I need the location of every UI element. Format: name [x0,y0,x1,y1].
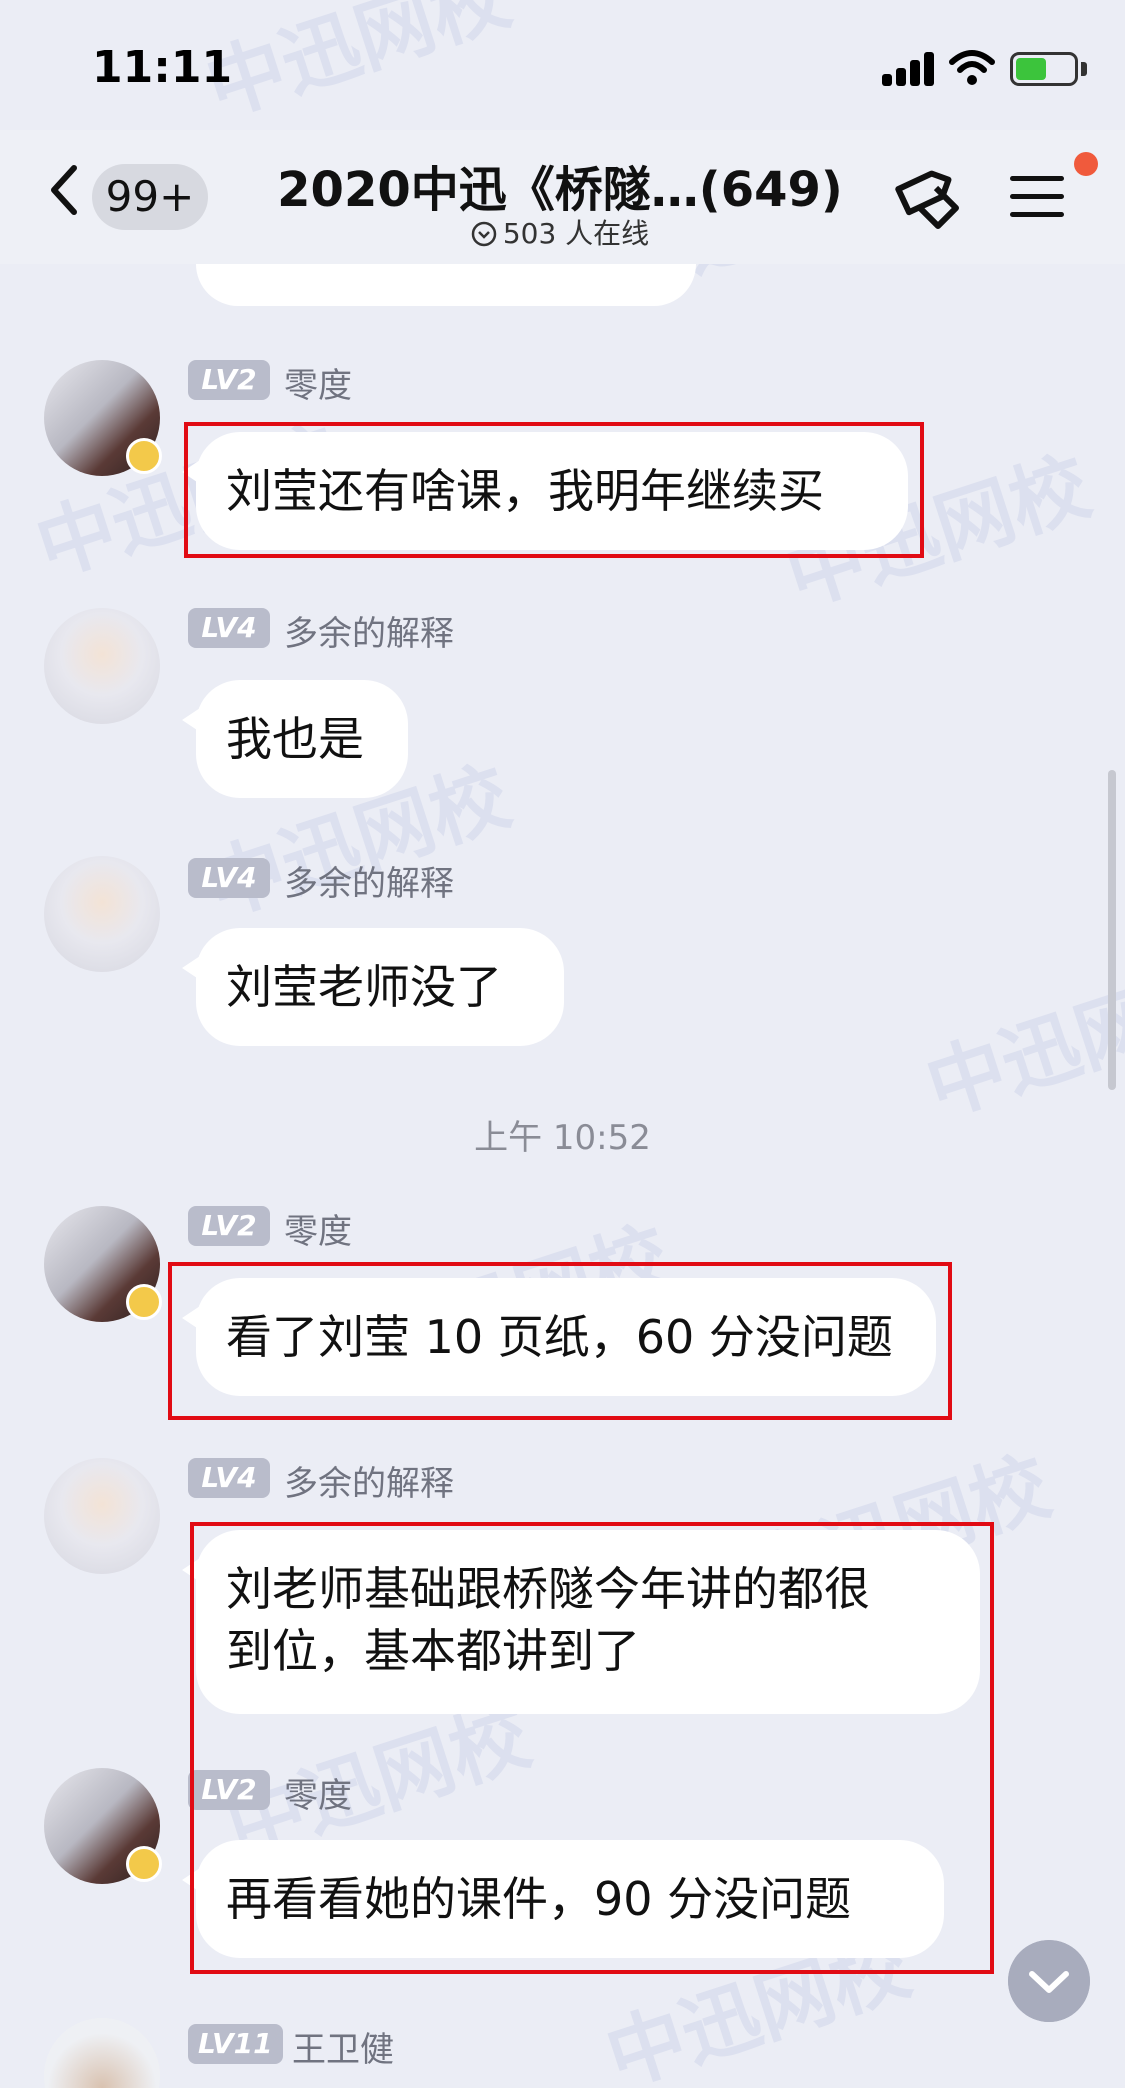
avatar[interactable] [44,856,160,972]
highlight-box [190,1522,994,1974]
avatar[interactable] [44,1458,160,1574]
sender-name[interactable]: 多余的解释 [284,1456,454,1505]
message-bubble[interactable]: 我也是 [182,680,408,798]
unread-count-badge[interactable]: 99+ [92,164,208,230]
avatar-badge-icon [126,1846,162,1882]
wifi-icon [949,50,995,85]
sender-name[interactable]: 零度 [284,358,352,407]
avatar[interactable] [44,2018,160,2088]
message-text: 刘莹老师没了 [226,960,502,1014]
sender-name[interactable]: 多余的解释 [284,856,454,905]
scrollbar[interactable] [1108,770,1116,1090]
menu-icon[interactable] [1010,172,1068,222]
level-badge: LV2 [188,360,270,400]
status-bar: 11:11 [0,0,1125,130]
chat-header: 99+ 2020中迅《桥隧…(649) 503 人在线 [0,130,1125,264]
online-chevron-icon [471,221,497,247]
scroll-down-icon[interactable] [1008,1940,1090,2022]
avatar-badge-icon [126,438,162,474]
notification-dot [1074,152,1098,176]
level-badge: LV11 [188,2024,283,2064]
message-text: 我也是 [226,712,364,766]
sender-name[interactable]: 王卫健 [292,2022,394,2071]
status-time: 11:11 [92,42,233,93]
chat-title[interactable]: 2020中迅《桥隧…(649) [250,150,870,220]
level-badge: LV4 [188,608,270,648]
message-bubble[interactable]: 刘莹老师没了 [182,928,564,1046]
online-count: 503 人在线 [250,212,870,252]
tag-icon[interactable] [890,166,966,236]
message-bubble-partial[interactable] [196,264,696,306]
battery-icon [1010,52,1078,86]
level-badge: LV4 [188,858,270,898]
back-chevron-icon[interactable] [44,160,84,220]
level-badge: LV2 [188,1206,270,1246]
avatar[interactable] [44,608,160,724]
signal-icon [882,52,938,86]
battery-cap [1081,62,1087,76]
highlight-box [184,422,924,558]
highlight-box [168,1262,952,1420]
level-badge: LV4 [188,1458,270,1498]
time-divider: 上午 10:52 [474,1118,651,1158]
online-count-label: 503 人在线 [502,217,650,250]
sender-name[interactable]: 多余的解释 [284,606,454,655]
sender-name[interactable]: 零度 [284,1204,352,1253]
watermark: 中迅网校 [915,951,1125,1134]
avatar-badge-icon [126,1284,162,1320]
